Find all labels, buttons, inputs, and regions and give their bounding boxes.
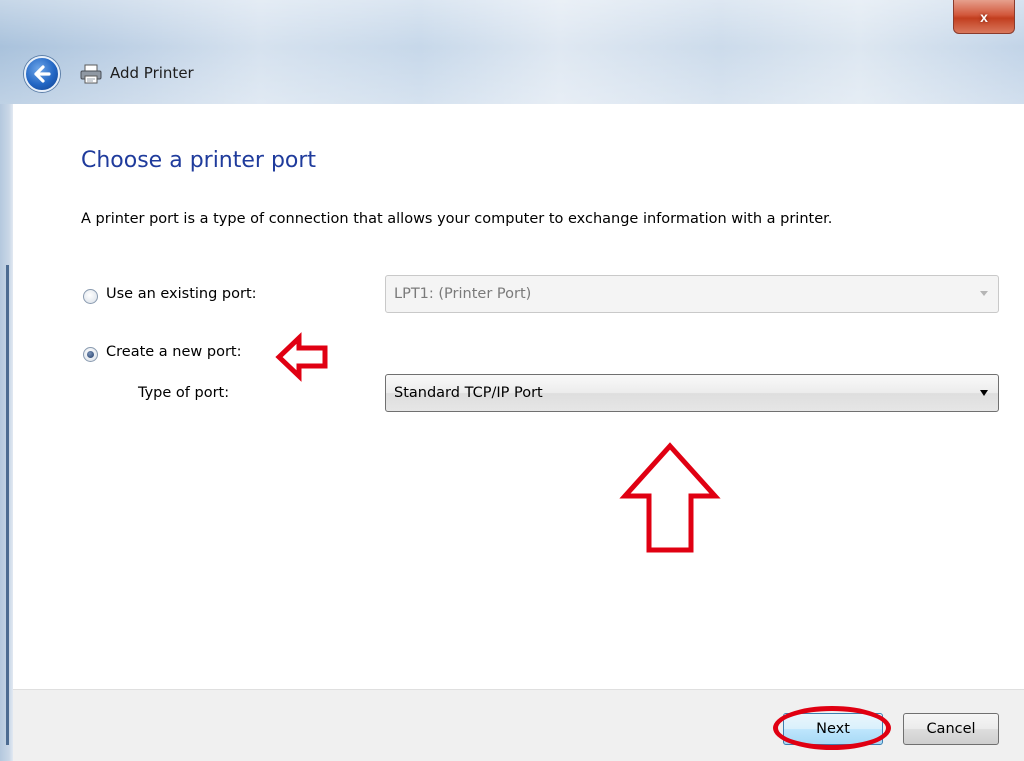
port-type-value: Standard TCP/IP Port	[394, 385, 543, 401]
existing-port-value: LPT1: (Printer Port)	[394, 286, 532, 302]
window-frame-accent	[6, 265, 9, 745]
next-button[interactable]: Next	[783, 713, 883, 745]
create-new-port-label[interactable]: Create a new port:	[106, 344, 241, 360]
create-new-port-radio[interactable]	[83, 347, 98, 362]
back-arrow-icon	[34, 65, 51, 83]
page-title: Choose a printer port	[81, 148, 317, 173]
up-arrow-annotation	[619, 442, 721, 553]
window-title: Add Printer	[110, 64, 194, 82]
wizard-content: Choose a printer port A printer port is …	[13, 104, 1024, 689]
dropdown-caret-icon	[980, 291, 988, 296]
use-existing-port-label[interactable]: Use an existing port:	[106, 286, 257, 302]
existing-port-dropdown: LPT1: (Printer Port)	[385, 275, 999, 313]
wizard-footer: Next Cancel	[13, 689, 1024, 761]
title-bar	[0, 0, 1024, 104]
close-icon: x	[980, 8, 988, 25]
left-arrow-annotation	[275, 332, 328, 382]
add-printer-window: x Add Printer Choose a printer port A pr…	[0, 0, 1024, 761]
page-description: A printer port is a type of connection t…	[81, 211, 833, 227]
cancel-button[interactable]: Cancel	[903, 713, 999, 745]
dropdown-caret-icon	[980, 390, 988, 396]
port-type-dropdown[interactable]: Standard TCP/IP Port	[385, 374, 999, 412]
close-button[interactable]: x	[953, 0, 1015, 34]
printer-icon	[80, 64, 102, 84]
back-button[interactable]	[24, 56, 60, 92]
use-existing-port-radio[interactable]	[83, 289, 98, 304]
type-of-port-label: Type of port:	[138, 385, 230, 401]
